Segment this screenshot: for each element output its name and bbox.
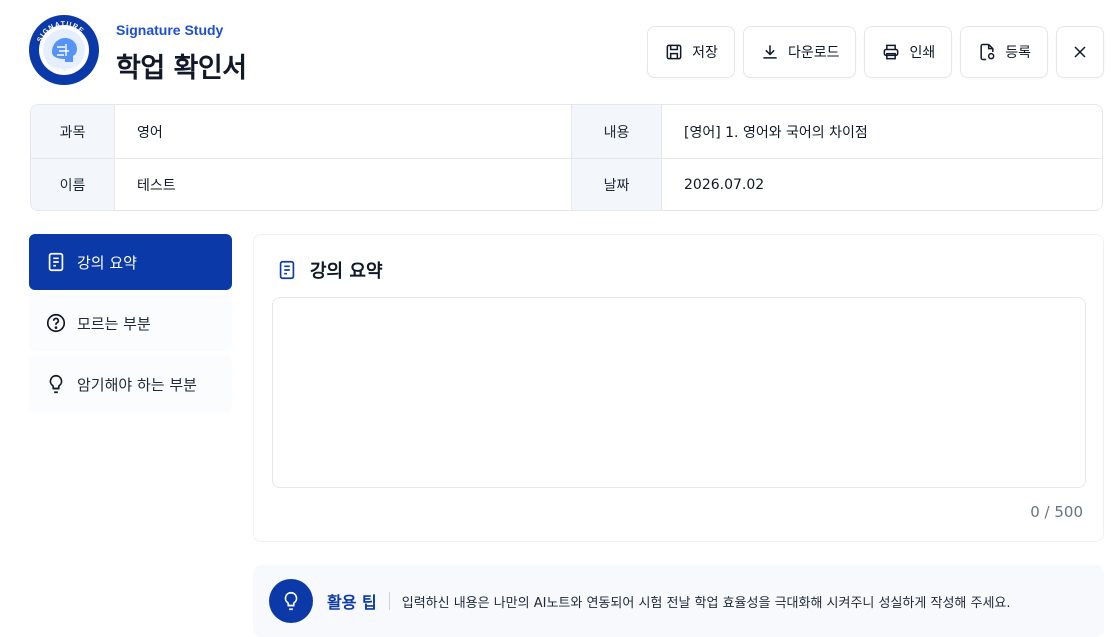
- info-row: 이름 테스트 날짜 2026.07.02: [31, 158, 1102, 210]
- tip-icon-badge: [269, 579, 313, 623]
- sidebar-item-label: 모르는 부분: [77, 314, 151, 333]
- sidebar-item-label: 강의 요약: [77, 253, 137, 272]
- lightbulb-icon: [49, 374, 63, 394]
- info-table: 과목 영어 내용 [영어] 1. 영어와 국어의 차이점 이름 테스트 날짜 2…: [30, 104, 1103, 211]
- name-label: 이름: [31, 159, 115, 210]
- summary-card: 강의 요약 0 / 500: [253, 234, 1104, 542]
- sidebar-item-memorize[interactable]: 암기해야 하는 부분: [29, 356, 232, 412]
- content-value: [영어] 1. 영어와 국어의 차이점: [684, 124, 868, 141]
- register-button[interactable]: 등록: [960, 26, 1048, 78]
- sidebar-item-lecture-summary[interactable]: 강의 요약: [29, 234, 232, 290]
- print-button[interactable]: 인쇄: [864, 26, 953, 78]
- document-icon: [279, 260, 295, 280]
- brand-name: Signature Study: [116, 22, 224, 38]
- section-title-text: 강의 요약: [310, 261, 383, 282]
- subject-value: 영어: [115, 105, 572, 158]
- page-title: 학업 확인서: [116, 53, 247, 84]
- summary-textarea[interactable]: [272, 297, 1086, 488]
- date-label: 날짜: [572, 159, 662, 210]
- section-title: 강의 요약: [276, 257, 383, 283]
- lightbulb-icon: [284, 591, 298, 611]
- print-label: 인쇄: [909, 44, 936, 60]
- close-icon: [1074, 46, 1086, 58]
- printer-icon: [884, 44, 899, 60]
- download-button[interactable]: 다운로드: [742, 26, 857, 78]
- toolbar: 저장 다운로드 인쇄 등록: [647, 26, 1104, 78]
- document-icon: [48, 252, 64, 272]
- close-button[interactable]: [1056, 26, 1104, 78]
- question-icon: [46, 313, 66, 333]
- tip-banner: 활용 팁 입력하신 내용은 나만의 AI노트와 연동되어 시험 전날 학업 효율…: [253, 565, 1104, 637]
- date-value: 2026.07.02: [684, 177, 765, 193]
- character-counter: 0 / 500: [1030, 503, 1083, 521]
- sidebar-item-label: 암기해야 하는 부분: [77, 375, 197, 394]
- sidebar: 강의 요약 모르는 부분 암기해야 하는 부분: [29, 234, 232, 417]
- register-label: 등록: [1005, 44, 1031, 60]
- save-label: 저장: [692, 44, 718, 60]
- download-icon: [763, 45, 777, 59]
- name-value: 테스트: [115, 159, 572, 210]
- tip-label: 활용 팁: [327, 593, 377, 612]
- tip-divider: [388, 592, 390, 610]
- tip-text: 입력하신 내용은 나만의 AI노트와 연동되어 시험 전날 학업 효율성을 극대…: [401, 595, 1011, 611]
- download-label: 다운로드: [787, 44, 840, 60]
- header: SIGNATURE STUDY Signature Study 학업 확인서 저…: [28, 14, 1104, 86]
- subject-label: 과목: [31, 105, 115, 158]
- file-register-icon: [980, 43, 995, 61]
- sidebar-item-unknown-parts[interactable]: 모르는 부분: [29, 295, 232, 351]
- save-icon: [666, 44, 682, 60]
- save-button[interactable]: 저장: [647, 26, 735, 78]
- signature-study-logo: SIGNATURE STUDY: [29, 15, 99, 85]
- info-row: 과목 영어 내용 [영어] 1. 영어와 국어의 차이점: [31, 105, 1102, 158]
- content-label: 내용: [572, 105, 662, 158]
